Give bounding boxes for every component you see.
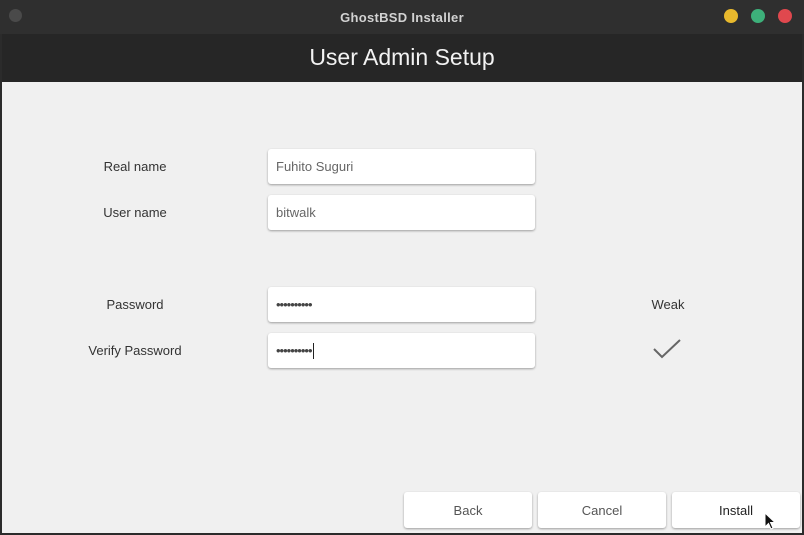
password-input[interactable]: •••••••••• <box>268 287 535 322</box>
page-header: User Admin Setup <box>2 34 802 82</box>
user-name-input[interactable]: bitwalk <box>268 195 535 230</box>
password-masked-value: •••••••••• <box>276 297 313 312</box>
minimize-button[interactable] <box>724 9 738 23</box>
mouse-pointer-icon <box>764 512 776 530</box>
title-bar[interactable]: GhostBSD Installer <box>0 0 804 34</box>
password-strength-indicator: Weak <box>651 297 685 312</box>
cancel-button[interactable]: Cancel <box>538 492 666 528</box>
installer-window: GhostBSD Installer User Admin Setup Real… <box>0 0 804 535</box>
user-name-label: User name <box>103 205 167 220</box>
user-name-value: bitwalk <box>276 205 316 220</box>
text-cursor <box>312 342 314 359</box>
verify-password-masked-value: •••••••••• <box>276 343 313 358</box>
verify-password-input[interactable]: •••••••••• <box>268 333 535 368</box>
install-button[interactable]: Install <box>672 492 800 528</box>
close-button[interactable] <box>778 9 792 23</box>
back-button[interactable]: Back <box>404 492 532 528</box>
window-title: GhostBSD Installer <box>340 10 464 25</box>
user-setup-form: Real name Fuhito Suguri User name bitwal… <box>2 82 802 533</box>
password-label: Password <box>106 297 164 312</box>
checkmark-icon <box>653 339 681 359</box>
real-name-value: Fuhito Suguri <box>276 159 354 174</box>
real-name-input[interactable]: Fuhito Suguri <box>268 149 535 184</box>
verify-password-label: Verify Password <box>88 343 182 358</box>
maximize-button[interactable] <box>751 9 765 23</box>
page-title: User Admin Setup <box>309 44 495 70</box>
real-name-label: Real name <box>103 159 167 174</box>
